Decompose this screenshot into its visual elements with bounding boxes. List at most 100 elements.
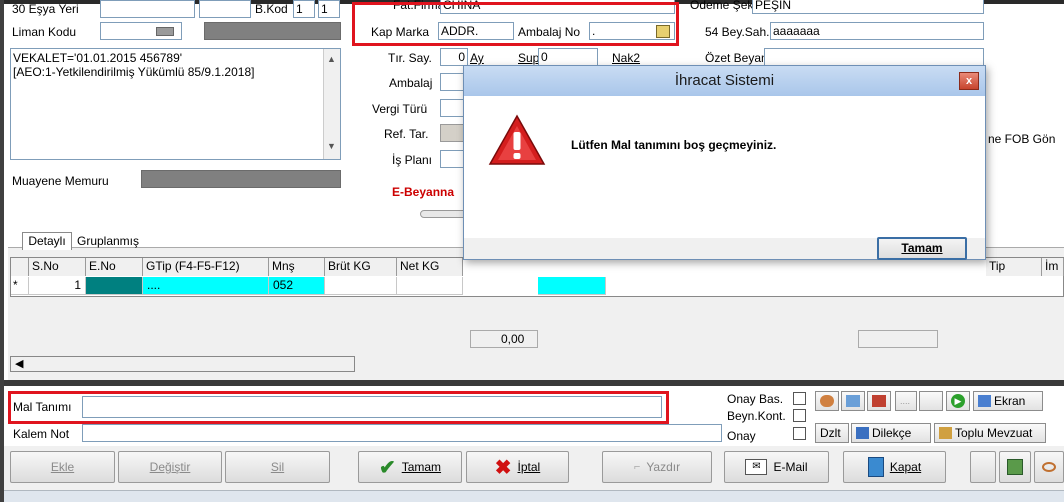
- iptal-label: İptal: [517, 460, 541, 474]
- mal-tanimi-highlight: [8, 391, 669, 424]
- tab-gruplanmis[interactable]: Gruplanmış: [74, 234, 142, 250]
- blank-button[interactable]: [919, 391, 943, 411]
- door-icon: [867, 457, 884, 477]
- grid-header-mns[interactable]: Mnş: [269, 258, 325, 276]
- eye-icon: [1042, 462, 1056, 472]
- database-button[interactable]: [867, 391, 891, 411]
- progress-stub: [420, 210, 468, 218]
- ekran-button[interactable]: Ekran: [973, 391, 1043, 411]
- nak2-label: Nak2: [612, 51, 641, 65]
- cell-brut[interactable]: [325, 277, 397, 295]
- grid-header-corner: [11, 258, 29, 276]
- users-button[interactable]: [815, 391, 839, 411]
- grid-header-net[interactable]: Net KG: [397, 258, 463, 276]
- extra-button-1[interactable]: [970, 451, 996, 483]
- grid-header-tip[interactable]: Tip: [986, 258, 1042, 276]
- tab-detayli[interactable]: Detaylı: [22, 232, 72, 250]
- ozet-beyan-label: Özet Beyan: [705, 51, 768, 65]
- tir-say-label: Tır. Say.: [388, 51, 432, 65]
- notes-textarea[interactable]: VEKALET='01.01.2015 456789' [AEO:1-Yetki…: [10, 48, 341, 160]
- beyn-kont-label: Beyn.Kont.: [727, 409, 786, 423]
- ozet-beyan-field[interactable]: [764, 48, 984, 66]
- go-button[interactable]: ▶: [946, 391, 970, 411]
- dialog-close-button[interactable]: x: [959, 72, 979, 90]
- degistir-button[interactable]: Değiştir: [118, 451, 222, 483]
- dzlt-button[interactable]: Dzlt: [815, 423, 849, 443]
- toplu-mevzuat-label: Toplu Mevzuat: [955, 426, 1033, 440]
- cell-mns[interactable]: 052: [269, 277, 325, 295]
- esya-yeri-field-2[interactable]: [199, 0, 251, 18]
- separator: [4, 380, 1064, 386]
- kalem-not-field[interactable]: [82, 424, 722, 442]
- is-plani-label: İş Planı: [392, 153, 433, 167]
- bey-sah-label: 54 Bey.Sah.: [705, 25, 770, 39]
- cell-sno[interactable]: 1: [29, 277, 86, 295]
- tab-gruplanmis-label: Gruplanmış: [76, 234, 140, 248]
- onay-bas-label: Onay Bas.: [727, 392, 784, 406]
- grid-header-im[interactable]: İm: [1042, 258, 1064, 276]
- yazdir-button[interactable]: ⌐ Yazdır: [602, 451, 712, 483]
- close-icon: x: [965, 75, 973, 87]
- sil-button[interactable]: Sil: [225, 451, 330, 483]
- cell-gtip[interactable]: ....: [143, 277, 269, 295]
- scroll-up-icon[interactable]: ▲: [327, 54, 336, 64]
- sup-field[interactable]: 0: [538, 48, 598, 66]
- tamam-button[interactable]: ✔ Tamam: [358, 451, 462, 483]
- dilekce-button[interactable]: Dilekçe: [851, 423, 931, 443]
- cell-eno[interactable]: [86, 277, 143, 295]
- ekle-button[interactable]: Ekle: [10, 451, 115, 483]
- calculator-button[interactable]: [999, 451, 1031, 483]
- extra-button-2[interactable]: [1034, 451, 1064, 483]
- arrow-right-icon: ▶: [951, 394, 965, 408]
- grid-header-gtip[interactable]: GTip (F4-F5-F12): [143, 258, 269, 276]
- esya-yeri-field[interactable]: [100, 0, 195, 18]
- cancel-icon: ✖: [494, 456, 512, 479]
- ekle-label: Ekle: [50, 460, 75, 474]
- scroll-down-icon[interactable]: ▼: [327, 141, 336, 151]
- iptal-button[interactable]: ✖ İptal: [466, 451, 569, 483]
- dialog-footer: Tamam: [464, 237, 985, 261]
- fob-label: ne FOB Gön: [988, 132, 1056, 146]
- toplu-mevzuat-button[interactable]: Toplu Mevzuat: [934, 423, 1046, 443]
- bey-sah-field[interactable]: aaaaaaa: [770, 22, 984, 40]
- kapat-button[interactable]: Kapat: [843, 451, 946, 483]
- b-kod-field[interactable]: 1: [293, 0, 315, 18]
- liman-adi-field: [204, 22, 341, 40]
- cell-extra[interactable]: [538, 277, 606, 295]
- list-button[interactable]: [841, 391, 865, 411]
- grid-total-field-2: [858, 330, 938, 348]
- notes-scrollbar[interactable]: ▲ ▼: [323, 49, 340, 159]
- onay-bas-checkbox[interactable]: [793, 392, 806, 405]
- cell-net[interactable]: [397, 277, 463, 295]
- email-button[interactable]: ✉ E-Mail: [724, 451, 829, 483]
- ambalaj-label: Ambalaj: [389, 76, 433, 90]
- beyn-kont-checkbox[interactable]: [793, 409, 806, 422]
- grid-hscrollbar[interactable]: ◀: [10, 356, 355, 372]
- b-kod-field-2[interactable]: 1: [318, 0, 340, 18]
- kalem-not-label: Kalem Not: [13, 427, 70, 441]
- lookup-icon[interactable]: [156, 27, 174, 36]
- odeme-sekli-field[interactable]: PEŞİN: [752, 0, 984, 14]
- warning-icon: [488, 114, 546, 165]
- kapat-label: Kapat: [889, 460, 922, 474]
- ellipsis-button[interactable]: ....: [895, 391, 917, 411]
- onay-label: Onay: [727, 429, 756, 443]
- printer-icon: ⌐: [633, 461, 641, 473]
- tir-say-field[interactable]: 0: [440, 48, 468, 66]
- grid-header-brut[interactable]: Brüt KG: [325, 258, 397, 276]
- yazdir-label: Yazdır: [646, 460, 681, 474]
- row-marker: *: [11, 277, 29, 295]
- notes-line-2: [AEO:1-Yetkilendirilmiş Yükümlü 85/9.1.2…: [13, 65, 255, 79]
- left-border: [0, 0, 4, 502]
- ay-label: Ay: [470, 51, 484, 65]
- dialog-message: Lütfen Mal tanımını boş geçmeyiniz.: [571, 138, 777, 152]
- onay-checkbox[interactable]: [793, 427, 806, 440]
- sil-label: Sil: [270, 460, 285, 474]
- users-icon: [820, 395, 834, 407]
- scroll-left-icon[interactable]: ◀: [15, 357, 23, 370]
- grid-header-sno[interactable]: S.No: [29, 258, 86, 276]
- list-icon: [846, 395, 860, 407]
- grid-icon: [856, 427, 869, 439]
- grid-header-eno[interactable]: E.No: [86, 258, 143, 276]
- dialog-ok-button[interactable]: Tamam: [877, 237, 967, 260]
